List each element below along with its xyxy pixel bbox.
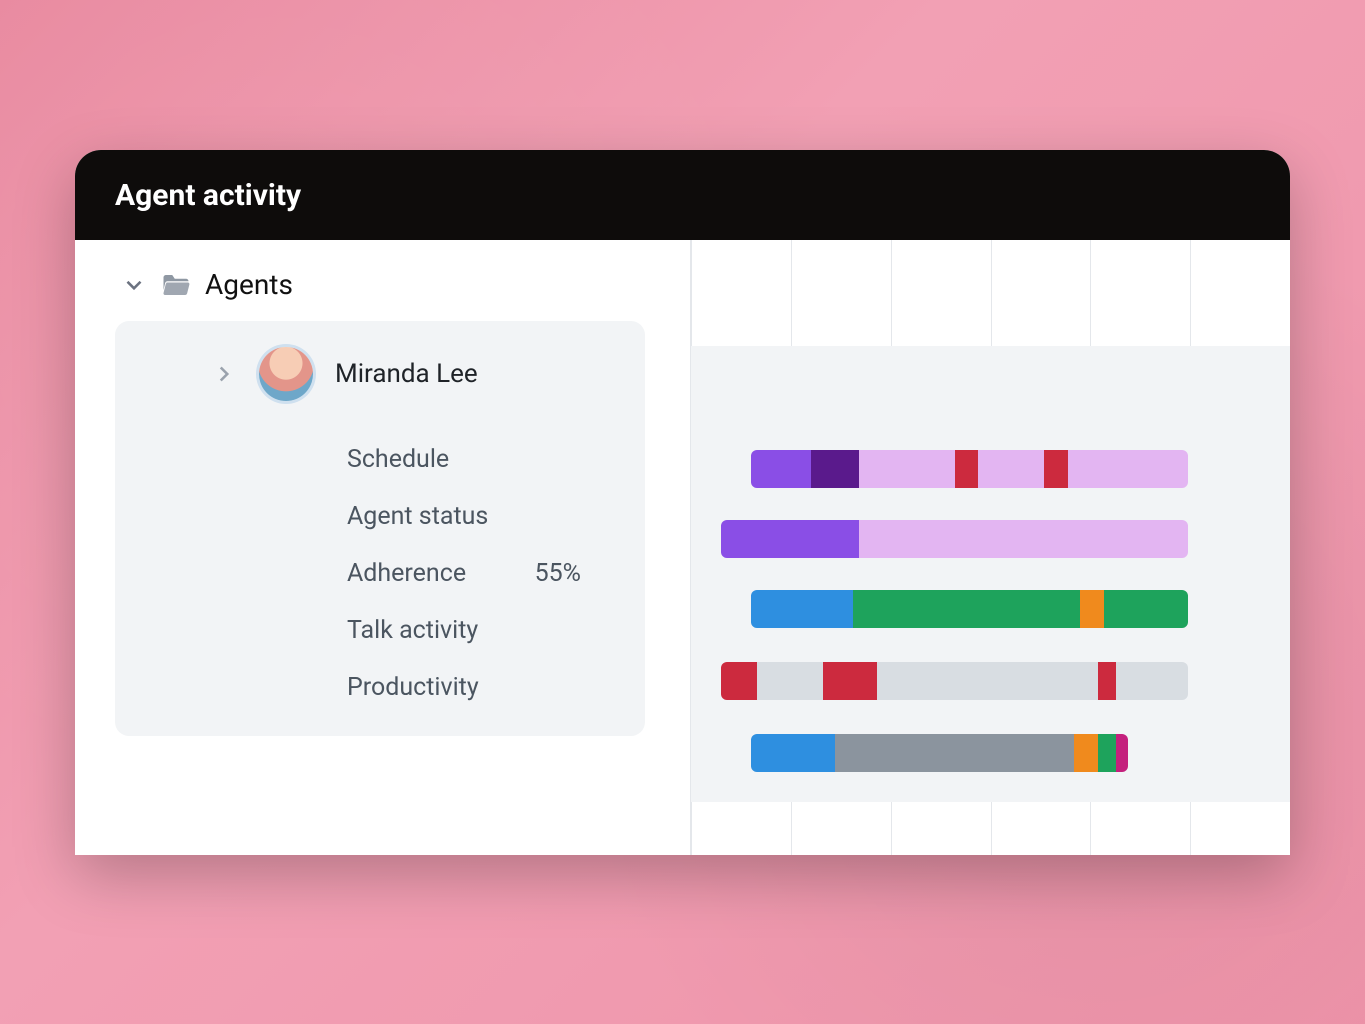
bar-segment [835,734,1075,772]
metric-label: Schedule [347,445,449,474]
metric-row-talk-activity[interactable]: Talk activity [139,602,621,659]
agent-toggle-row[interactable]: Miranda Lee [139,341,621,409]
bar-segment [955,450,979,488]
metric-row-schedule[interactable]: Schedule [139,431,621,488]
chevron-down-icon [121,272,147,298]
metric-row-agent-status[interactable]: Agent status [139,488,621,545]
bar-segment [811,450,859,488]
agent-activity-card: Agent activity Agents Miranda Lee [75,150,1290,855]
bar-segment [859,450,955,488]
bar-segment [1044,450,1068,488]
metric-label: Productivity [347,673,479,702]
bar-segment [859,520,1188,558]
group-toggle-row[interactable]: Agents [115,268,668,301]
metric-value: 55% [535,559,621,588]
card-header: Agent activity [75,150,1290,240]
agent-name: Miranda Lee [335,359,478,389]
agent-card: Miranda Lee Schedule Agent status Adhere… [115,321,645,736]
timeline-pane [690,240,1290,855]
bar-segment [877,662,1099,700]
bar-segment [751,590,853,628]
bar-segment [823,662,877,700]
timeline-bar-schedule[interactable] [751,450,1188,488]
bar-segment [978,450,1044,488]
bar-segment [1116,662,1188,700]
metric-list: Schedule Agent status Adherence 55% Talk… [139,431,621,716]
metric-label: Agent status [347,502,488,531]
bar-segment [1068,450,1188,488]
card-body: Agents Miranda Lee Schedule Agent status [75,240,1290,855]
metric-label: Adherence [347,559,466,588]
timeline-bar-talk-activity[interactable] [721,662,1188,700]
bar-segment [751,734,835,772]
avatar [259,347,313,401]
timeline-bar-adherence[interactable] [751,590,1188,628]
bar-segment [1116,734,1128,772]
bar-segment [1098,662,1116,700]
bar-segment [721,662,757,700]
group-label: Agents [205,268,293,301]
bar-segment [1098,734,1116,772]
left-pane: Agents Miranda Lee Schedule Agent status [75,240,690,855]
bar-segment [721,520,859,558]
bar-segment [1074,734,1098,772]
bar-segment [1104,590,1188,628]
bar-segment [1080,590,1104,628]
bar-segment [853,590,1081,628]
card-title: Agent activity [115,178,301,213]
metric-row-adherence[interactable]: Adherence 55% [139,545,621,602]
chevron-right-icon [211,361,237,387]
metric-label: Talk activity [347,616,478,645]
timeline-bar-agent-status[interactable] [721,520,1188,558]
bar-segment [751,450,811,488]
bar-segment [757,662,823,700]
metric-row-productivity[interactable]: Productivity [139,659,621,716]
folder-open-icon [161,272,191,298]
timeline-bar-productivity[interactable] [751,734,1128,772]
